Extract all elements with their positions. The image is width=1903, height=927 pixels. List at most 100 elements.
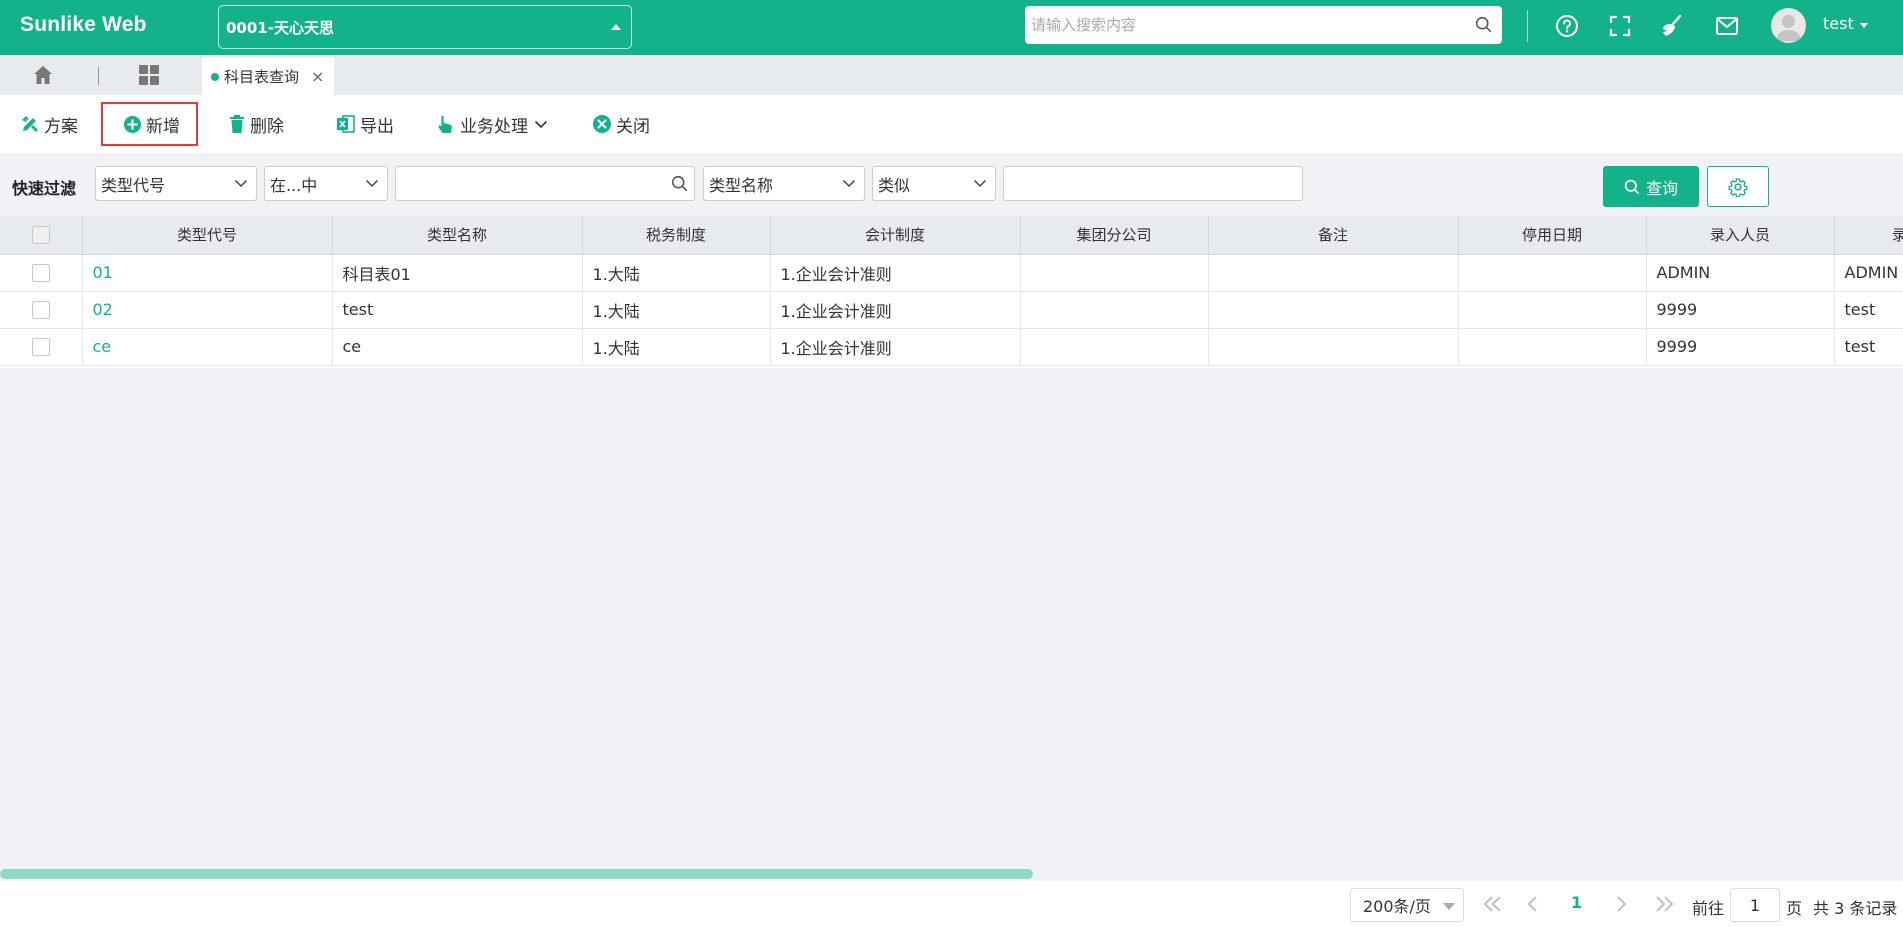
table-row[interactable]: 01 科目表01 1.大陆 1.企业会计准则 ADMIN ADMIN xyxy=(0,254,1903,292)
select-all-cell[interactable] xyxy=(0,216,83,255)
filter-op1-select[interactable]: 在...中 xyxy=(264,166,388,201)
column-header[interactable]: 录入 xyxy=(1834,216,1903,255)
help-icon[interactable] xyxy=(1553,12,1581,40)
user-avatar[interactable] xyxy=(1771,8,1806,43)
excel-icon xyxy=(337,115,355,133)
prev-page-icon[interactable] xyxy=(1527,895,1539,913)
column-header[interactable]: 类型代号 xyxy=(82,216,333,255)
table-cell: ADMIN xyxy=(1646,254,1835,292)
current-page-number[interactable]: 1 xyxy=(1571,893,1582,912)
table-cell: 1.企业会计准则 xyxy=(770,291,1021,329)
gear-icon xyxy=(1728,177,1748,197)
table-cell: 1.大陆 xyxy=(582,254,771,292)
filter-field1-select[interactable]: 类型代号 xyxy=(95,166,257,201)
type-code-link[interactable]: 01 xyxy=(82,254,333,292)
user-menu-caret-icon[interactable] xyxy=(1860,23,1868,28)
filter-field2-select[interactable]: 类型名称 xyxy=(703,166,865,201)
table-cell xyxy=(1020,328,1209,366)
chevron-down-icon xyxy=(365,179,379,188)
user-name[interactable]: test xyxy=(1823,14,1854,33)
add-button[interactable]: 新增 xyxy=(101,102,198,146)
filter-value2-input[interactable] xyxy=(1003,166,1303,201)
global-search-input[interactable] xyxy=(1031,16,1461,34)
table-cell xyxy=(1458,291,1647,329)
row-checkbox[interactable] xyxy=(31,338,50,357)
top-header: Sunlike Web 0001-天心天思 test xyxy=(0,0,1903,55)
filter-settings-button[interactable] xyxy=(1707,166,1769,207)
scheme-label: 方案 xyxy=(44,116,78,137)
table-cell: 1.企业会计准则 xyxy=(770,328,1021,366)
type-code-link[interactable]: 02 xyxy=(82,291,333,329)
select-all-checkbox[interactable] xyxy=(31,226,50,244)
scheme-button[interactable]: 方案 xyxy=(20,102,78,146)
column-header[interactable]: 集团分公司 xyxy=(1020,216,1209,255)
business-label: 业务处理 xyxy=(460,116,528,137)
chevron-down-icon xyxy=(234,179,248,188)
search-icon xyxy=(1624,179,1640,194)
query-button[interactable]: 查询 xyxy=(1603,166,1699,207)
trash-icon xyxy=(230,115,244,133)
table-cell: 科目表01 xyxy=(332,254,583,292)
business-menu-button[interactable]: 业务处理 xyxy=(436,102,552,146)
filter-op2-select[interactable]: 类似 xyxy=(872,166,996,201)
type-code-link[interactable]: ce xyxy=(82,328,333,366)
table-cell: 9999 xyxy=(1646,291,1835,329)
table-cell xyxy=(1458,254,1647,292)
pencil-ruler-icon xyxy=(22,116,38,132)
search-icon[interactable] xyxy=(1475,16,1492,37)
row-checkbox[interactable] xyxy=(31,264,50,283)
apps-grid-icon[interactable] xyxy=(138,64,160,90)
column-header[interactable]: 停用日期 xyxy=(1458,216,1647,255)
table-cell: test xyxy=(1834,291,1903,329)
chevron-down-icon xyxy=(534,120,548,129)
export-button[interactable]: 导出 xyxy=(336,102,394,146)
table-row[interactable]: 02 test 1.大陆 1.企业会计准则 9999 test xyxy=(0,291,1903,329)
next-page-icon[interactable] xyxy=(1615,895,1627,913)
column-header[interactable]: 录入人员 xyxy=(1646,216,1835,255)
delete-button[interactable]: 删除 xyxy=(228,102,284,146)
last-page-icon[interactable] xyxy=(1654,895,1674,913)
column-header[interactable]: 类型名称 xyxy=(332,216,583,255)
table-cell xyxy=(1208,291,1459,329)
horizontal-scrollbar[interactable] xyxy=(0,869,1033,879)
filter-op2-value: 类似 xyxy=(878,175,911,195)
mail-icon[interactable] xyxy=(1713,12,1741,40)
home-icon[interactable] xyxy=(32,64,54,90)
table-cell: 9999 xyxy=(1646,328,1835,366)
table-cell: ce xyxy=(332,328,583,366)
table-cell xyxy=(1020,291,1209,329)
search-icon[interactable] xyxy=(671,175,688,192)
company-select-value: 0001-天心天思 xyxy=(226,18,334,37)
table-cell: 1.企业会计准则 xyxy=(770,254,1021,292)
goto-page-input[interactable] xyxy=(1730,888,1780,922)
column-header[interactable]: 税务制度 xyxy=(582,216,771,255)
column-header[interactable]: 备注 xyxy=(1208,216,1459,255)
column-header[interactable]: 会计制度 xyxy=(770,216,1021,255)
fullscreen-icon[interactable] xyxy=(1606,12,1634,40)
first-page-icon[interactable] xyxy=(1483,895,1503,913)
close-label: 关闭 xyxy=(616,116,650,137)
triangle-down-icon xyxy=(1443,903,1455,910)
query-label: 查询 xyxy=(1645,178,1678,198)
filter-value1-input[interactable] xyxy=(395,166,695,201)
goto-label: 前往 xyxy=(1692,899,1725,918)
active-dot-icon xyxy=(211,73,219,81)
close-tab-icon[interactable]: × xyxy=(311,67,324,86)
filter-field2-value: 类型名称 xyxy=(709,175,774,195)
table-cell xyxy=(1020,254,1209,292)
row-select-cell[interactable] xyxy=(0,291,83,329)
table-cell: test xyxy=(1834,328,1903,366)
table-cell: 1.大陆 xyxy=(582,291,771,329)
row-checkbox[interactable] xyxy=(31,301,50,320)
company-select[interactable]: 0001-天心天思 xyxy=(218,5,632,49)
row-select-cell[interactable] xyxy=(0,254,83,292)
data-grid: 类型代号 类型名称 税务制度 会计制度 集团分公司 备注 停用日期 录入人员 录… xyxy=(0,216,1903,368)
page-size-select[interactable]: 200条/页 xyxy=(1350,888,1464,922)
table-cell: 1.大陆 xyxy=(582,328,771,366)
table-cell: test xyxy=(332,291,583,329)
row-select-cell[interactable] xyxy=(0,328,83,366)
table-row[interactable]: ce ce 1.大陆 1.企业会计准则 9999 test xyxy=(0,328,1903,366)
tab-account-chart-query[interactable]: 科目表查询 × xyxy=(202,57,335,95)
broom-clean-icon[interactable] xyxy=(1659,12,1687,40)
close-button[interactable]: 关闭 xyxy=(592,102,650,146)
